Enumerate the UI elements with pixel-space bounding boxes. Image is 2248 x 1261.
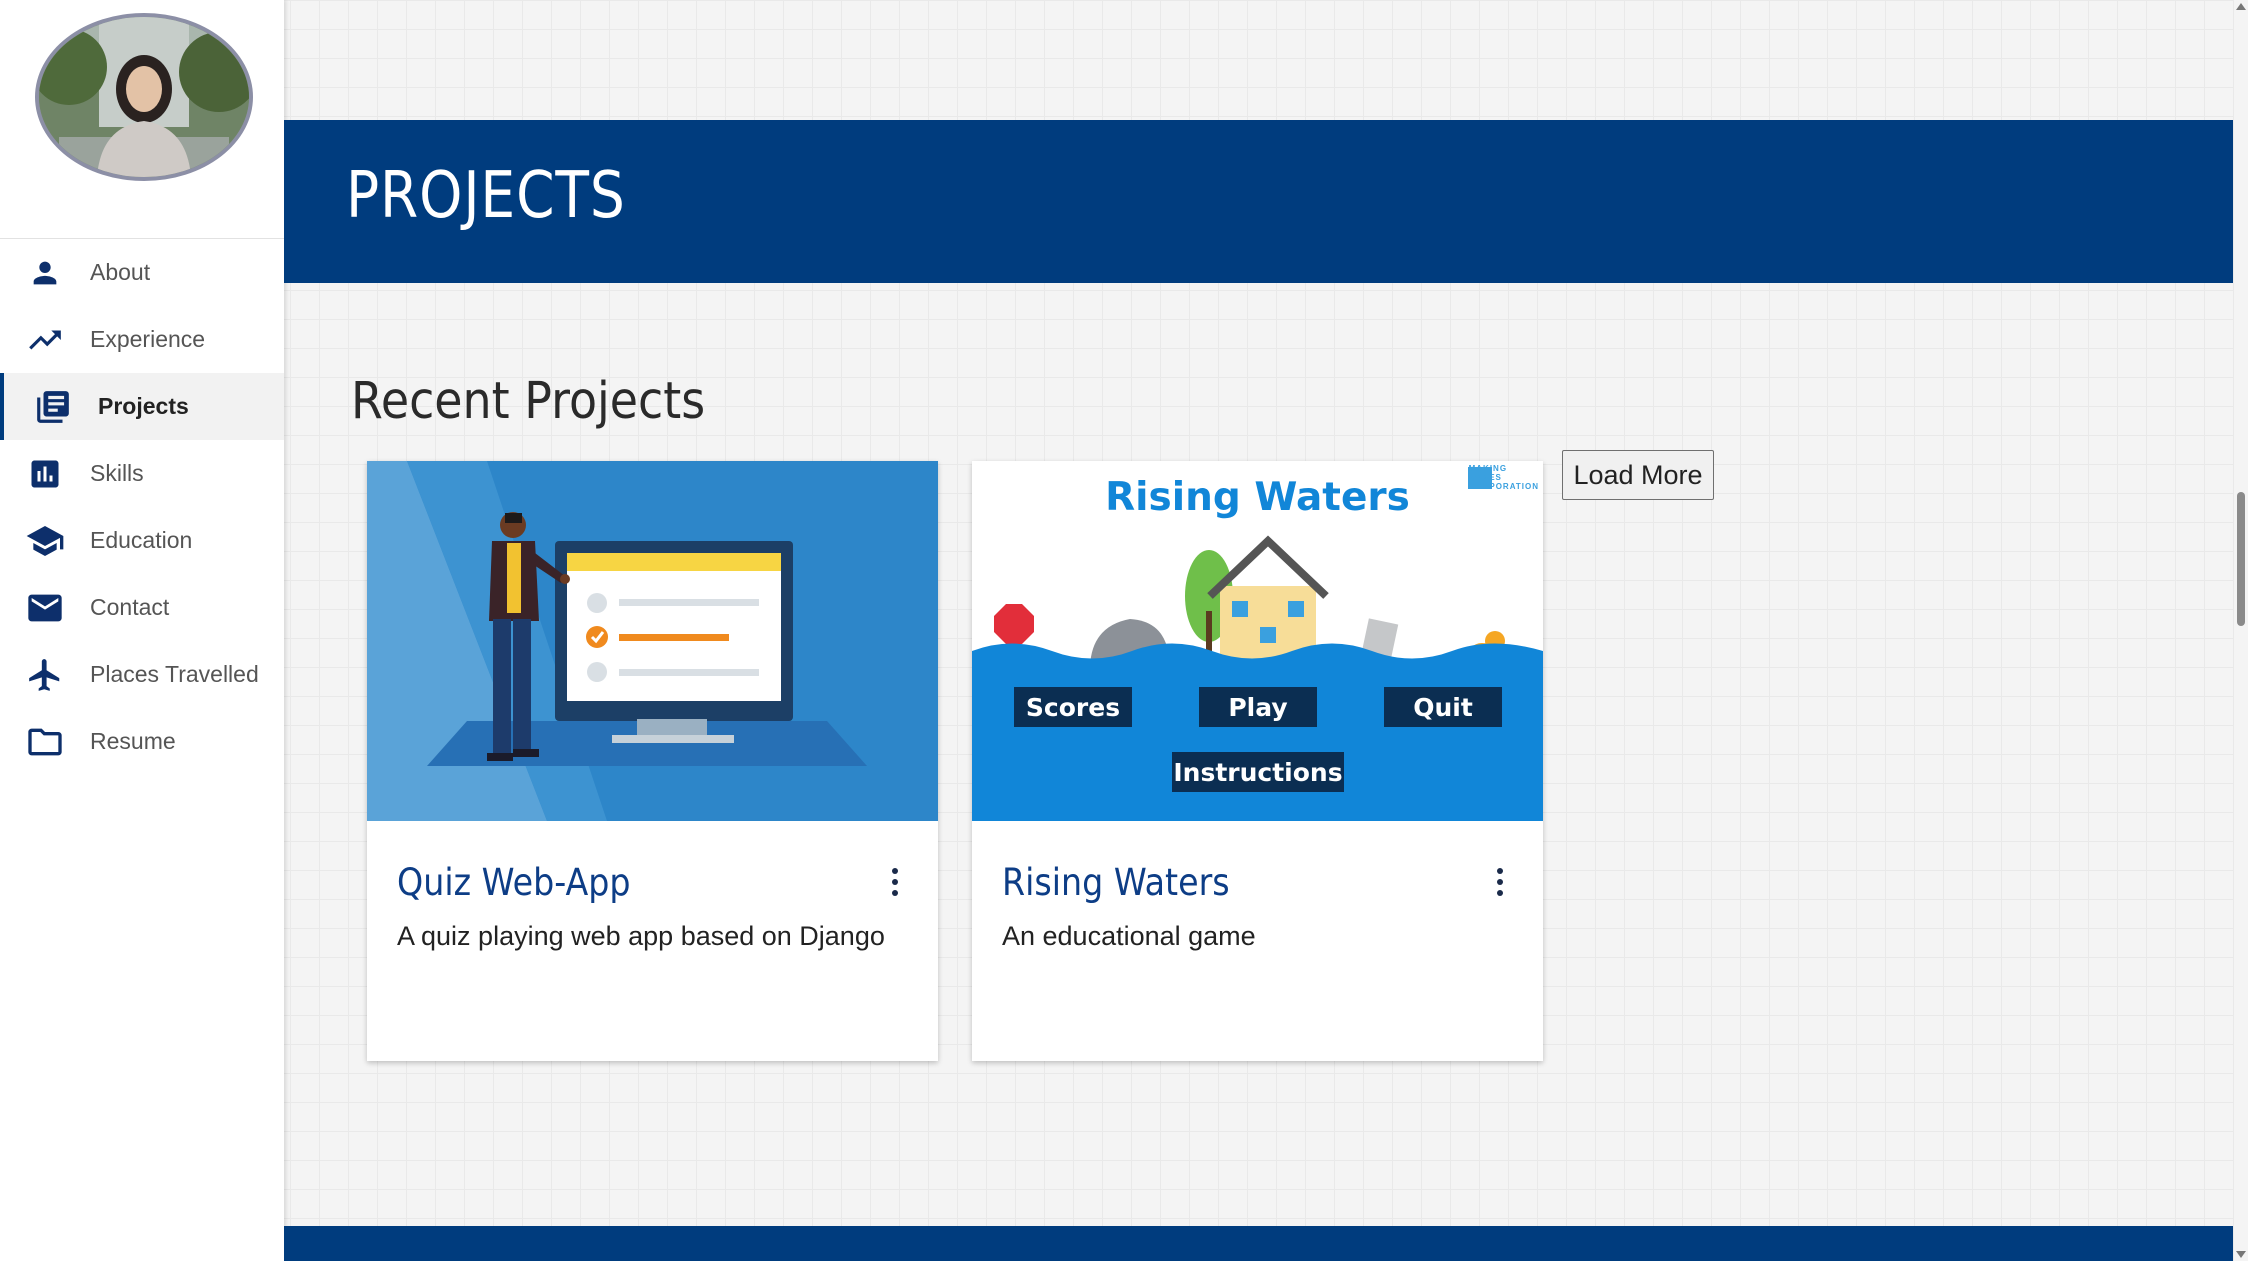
bar-chart-icon <box>22 451 68 497</box>
game-instructions-label: Instructions <box>1172 752 1344 792</box>
sidebar-item-label: Contact <box>90 594 170 620</box>
page-title: PROJECTS <box>346 159 626 233</box>
sidebar-item-experience[interactable]: Experience <box>0 306 284 373</box>
more-vert-icon <box>892 868 898 874</box>
section-title: Recent Projects <box>351 372 706 431</box>
making-waves-logo: MAKING WAVES CORPORATION <box>1468 464 1539 491</box>
avatar <box>35 13 253 181</box>
card-menu-button[interactable] <box>1493 865 1507 901</box>
sidebar-item-label: Resume <box>90 728 176 754</box>
game-quit-label: Quit <box>1384 687 1502 727</box>
game-scores-label: Scores <box>1014 687 1132 727</box>
scrollbar-thumb[interactable] <box>2237 492 2245 626</box>
sidebar-item-projects[interactable]: Projects <box>0 373 284 440</box>
sidebar-item-label: Places Travelled <box>90 661 259 687</box>
page-scrollbar[interactable] <box>2234 0 2248 1261</box>
more-vert-icon <box>1497 868 1503 874</box>
graduation-cap-icon <box>22 518 68 564</box>
sidebar-item-education[interactable]: Education <box>0 507 284 574</box>
card-description: A quiz playing web app based on Django <box>397 921 885 951</box>
sidebar-item-skills[interactable]: Skills <box>0 440 284 507</box>
footer-band <box>284 1226 2233 1261</box>
page-banner: PROJECTS <box>284 120 2233 283</box>
sidebar-item-label: Experience <box>90 326 206 352</box>
sidebar-nav: About Experience Projects Skills Educati… <box>0 239 284 775</box>
rising-waters-game-screen: Rising Waters MAKING WAVES CORPORATION S… <box>972 461 1543 821</box>
card-title[interactable]: Quiz Web-App <box>397 861 631 904</box>
rising-waters-heading: Rising Waters <box>1105 475 1410 520</box>
avatar-section <box>0 0 284 239</box>
sidebar-item-about[interactable]: About <box>0 239 284 306</box>
library-books-icon <box>30 384 76 430</box>
sidebar-item-label: Projects <box>98 393 189 419</box>
project-card-rising-waters[interactable]: Rising Waters MAKING WAVES CORPORATION S… <box>972 461 1543 1061</box>
scroll-down-arrow-icon[interactable] <box>2236 1251 2246 1258</box>
project-card-quiz[interactable]: Quiz Web-App A quiz playing web app base… <box>367 461 938 1061</box>
sidebar-item-resume[interactable]: Resume <box>0 708 284 775</box>
folder-icon <box>22 719 68 765</box>
card-menu-button[interactable] <box>888 865 902 901</box>
load-more-button[interactable]: Load More <box>1562 450 1714 500</box>
sidebar-item-label: Education <box>90 527 193 553</box>
card-title[interactable]: Rising Waters <box>1002 861 1230 904</box>
mail-icon <box>22 585 68 631</box>
card-description: An educational game <box>1002 921 1256 951</box>
sidebar-item-places-travelled[interactable]: Places Travelled <box>0 641 284 708</box>
trending-up-icon <box>22 317 68 363</box>
airplane-icon <box>22 652 68 698</box>
sidebar-item-contact[interactable]: Contact <box>0 574 284 641</box>
sidebar-item-label: Skills <box>90 460 144 486</box>
person-icon <box>22 250 68 296</box>
scroll-up-arrow-icon[interactable] <box>2236 3 2246 10</box>
game-play-label: Play <box>1199 687 1317 727</box>
sidebar: About Experience Projects Skills Educati… <box>0 0 284 1261</box>
sidebar-item-label: About <box>90 259 151 285</box>
quiz-illustration <box>367 461 938 821</box>
